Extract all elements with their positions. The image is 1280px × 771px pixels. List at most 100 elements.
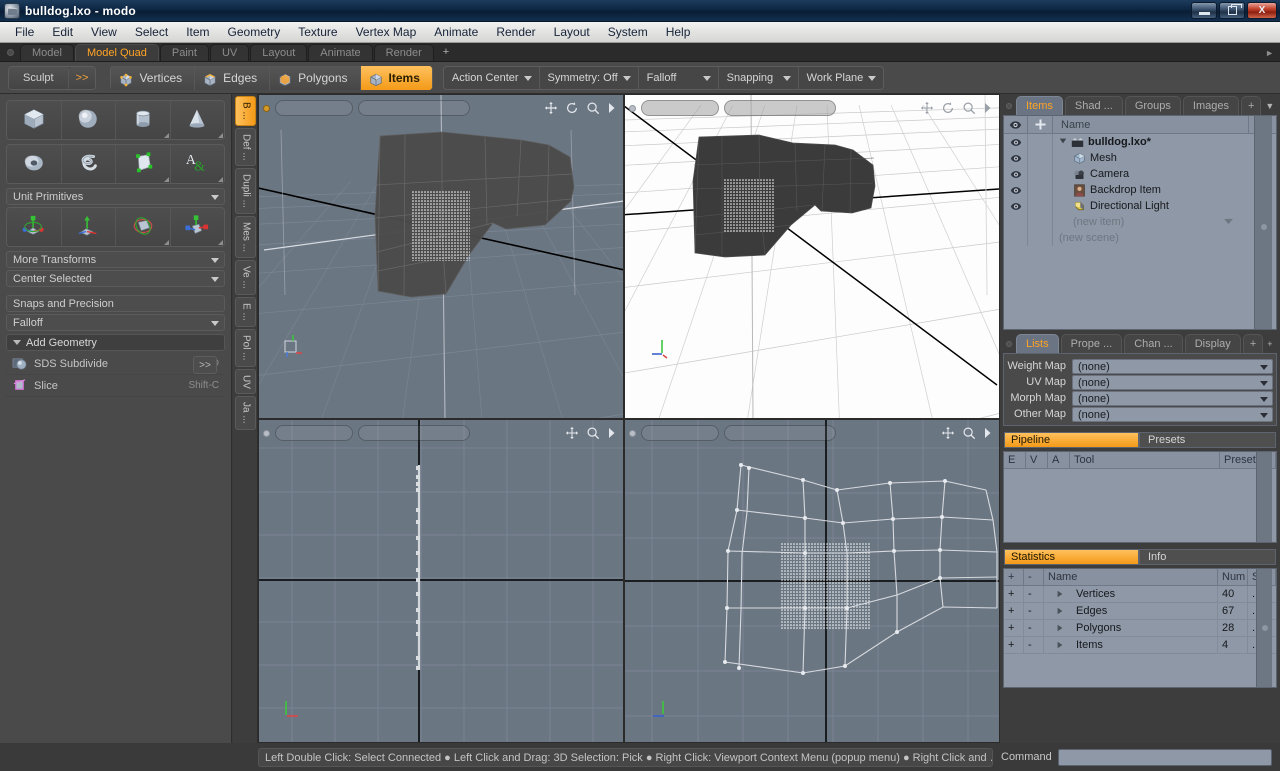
expand-corner-icon[interactable] [163, 240, 169, 245]
primitive-transform[interactable] [170, 208, 224, 246]
panel-tab-shad[interactable]: Shad ... [1064, 96, 1123, 115]
zoom-icon[interactable] [962, 426, 976, 440]
move-icon[interactable] [565, 426, 579, 440]
dropdown-action-center[interactable]: Action Center [444, 65, 540, 90]
viewport-view-field[interactable] [641, 425, 719, 441]
viewport-menu-dot-icon[interactable] [263, 429, 270, 437]
item-tree-scrollbar[interactable] [1254, 116, 1272, 329]
menu-file[interactable]: File [6, 23, 43, 41]
tabstrip-dropdown-icon[interactable]: ▼ [1265, 101, 1274, 111]
menu-texture[interactable]: Texture [289, 23, 346, 41]
statistics-remove-vertices[interactable]: - [1024, 586, 1044, 602]
lists-tab-lists[interactable]: Lists [1016, 334, 1059, 353]
menu-item[interactable]: Item [177, 23, 218, 41]
dropdown-snapping[interactable]: Snapping [719, 65, 799, 90]
vertical-tab-def[interactable]: Def ... [234, 127, 256, 167]
primitive-cylinder[interactable] [116, 101, 171, 139]
layout-tab-model[interactable]: Model [20, 44, 74, 61]
primitive-pen[interactable] [116, 145, 171, 183]
menu-vertex-map[interactable]: Vertex Map [347, 23, 426, 41]
expand-arrow-icon[interactable] [1056, 607, 1070, 615]
mode-items[interactable]: Items [360, 65, 432, 90]
lists-tab-chan[interactable]: Chan ... [1124, 334, 1183, 353]
expand-corner-icon[interactable] [163, 177, 169, 182]
lists-tab-display[interactable]: Display [1184, 334, 1241, 353]
vertical-tab-uv[interactable]: UV [234, 368, 256, 395]
primitive-rotate[interactable] [61, 208, 116, 246]
dropdown-falloff[interactable]: Falloff [639, 65, 719, 90]
statistics-remove-items[interactable]: - [1024, 637, 1044, 653]
sculpt-button[interactable]: Sculpt [9, 66, 69, 89]
layout-tab-animate[interactable]: Animate [308, 44, 373, 61]
move-icon[interactable] [920, 101, 934, 115]
vertical-tab-mes[interactable]: Mes ... [234, 216, 256, 259]
panel-tab-groups[interactable]: Groups [1124, 96, 1181, 115]
viewport-view-field[interactable] [275, 100, 353, 116]
row-visibility-toggle[interactable] [1004, 134, 1028, 150]
expand-corner-icon[interactable] [218, 177, 223, 182]
tree-row-new-item[interactable]: (new item) [1004, 214, 1276, 230]
tree-row-new-scene[interactable]: (new scene) [1004, 230, 1276, 246]
menu-geometry[interactable]: Geometry [219, 23, 290, 41]
map-value-morph-map[interactable]: (none) [1072, 390, 1273, 406]
mode-edges[interactable]: Edges [195, 65, 271, 90]
viewport-shading-field[interactable] [358, 100, 470, 116]
statistics-tab-statistics[interactable]: Statistics [1004, 549, 1139, 565]
top-viewport[interactable] [624, 94, 1000, 419]
statistics-add-vertices[interactable]: + [1004, 586, 1024, 602]
panel-menu-dot-icon[interactable] [1006, 103, 1012, 109]
statistics-row-edges[interactable]: +-Edges67... [1004, 603, 1276, 620]
expand-corner-icon[interactable] [218, 240, 223, 245]
dropdown-symmetry-off[interactable]: Symmetry: Off [540, 65, 639, 90]
layout-tab-paint[interactable]: Paint [159, 44, 209, 61]
layout-tab-model-quad[interactable]: Model Quad [74, 44, 159, 61]
viewport-menu-dot-icon[interactable] [629, 429, 636, 437]
menu-system[interactable]: System [599, 23, 657, 41]
pipeline-scrollbar[interactable] [1256, 452, 1272, 542]
panel-tab-items[interactable]: Items [1016, 96, 1063, 115]
layout-tab-layout[interactable]: Layout [250, 44, 308, 61]
panel-menu-dot-icon[interactable] [1006, 341, 1012, 347]
statistics-tab-info[interactable]: Info [1139, 549, 1276, 565]
vertical-tab-b[interactable]: B ... [234, 96, 256, 126]
vertical-tab-pol[interactable]: Pol ... [234, 329, 256, 367]
panel-tab-add-button[interactable]: + [1240, 96, 1262, 115]
zoom-icon[interactable] [586, 426, 600, 440]
command-input[interactable] [1057, 748, 1272, 766]
row-visibility-toggle[interactable] [1004, 214, 1028, 230]
tree-row-backdrop-item[interactable]: Backdrop Item [1004, 182, 1276, 198]
primitive-cone[interactable] [170, 101, 224, 139]
more-arrow-icon[interactable] [607, 427, 616, 439]
expand-arrow-icon[interactable] [1056, 641, 1070, 649]
falloff-dropdown[interactable]: Falloff [6, 314, 225, 331]
lists-add-tab-icon[interactable]: + [1267, 339, 1272, 349]
viewport-menu-dot-icon[interactable] [629, 104, 636, 112]
menu-animate[interactable]: Animate [425, 23, 487, 41]
statistics-row-polygons[interactable]: +-Polygons28... [1004, 620, 1276, 637]
tree-row-camera[interactable]: Camera [1004, 166, 1276, 182]
menu-select[interactable]: Select [126, 23, 177, 41]
statistics-row-vertices[interactable]: +-Vertices40... [1004, 586, 1276, 603]
rotate-icon[interactable] [565, 101, 579, 115]
row-visibility-toggle[interactable] [1004, 166, 1028, 182]
viewport-view-field[interactable] [641, 100, 719, 116]
sculpt-expand-button[interactable]: >> [68, 66, 96, 89]
menu-view[interactable]: View [82, 23, 126, 41]
viewport-shading-field[interactable] [724, 425, 836, 441]
snaps-and-precision-header[interactable]: Snaps and Precision [6, 295, 225, 312]
vertical-tab-e[interactable]: E ... [234, 297, 256, 327]
tabbar-overflow-arrow-icon[interactable]: ► [1265, 48, 1274, 58]
more-arrow-icon[interactable] [607, 102, 616, 114]
statistics-remove-polygons[interactable]: - [1024, 620, 1044, 636]
menu-help[interactable]: Help [657, 23, 700, 41]
statistics-add-polygons[interactable]: + [1004, 620, 1024, 636]
expand-corner-icon[interactable] [163, 133, 169, 138]
statistics-remove-edges[interactable]: - [1024, 603, 1044, 619]
expand-triangle-icon[interactable] [1059, 136, 1067, 148]
lists-tab-add-button[interactable]: + [1242, 334, 1264, 353]
menu-layout[interactable]: Layout [545, 23, 599, 41]
statistics-add-edges[interactable]: + [1004, 603, 1024, 619]
move-icon[interactable] [941, 426, 955, 440]
tabbar-menu-dot-icon[interactable] [7, 49, 14, 56]
viewport-menu-dot-icon[interactable] [263, 104, 270, 112]
